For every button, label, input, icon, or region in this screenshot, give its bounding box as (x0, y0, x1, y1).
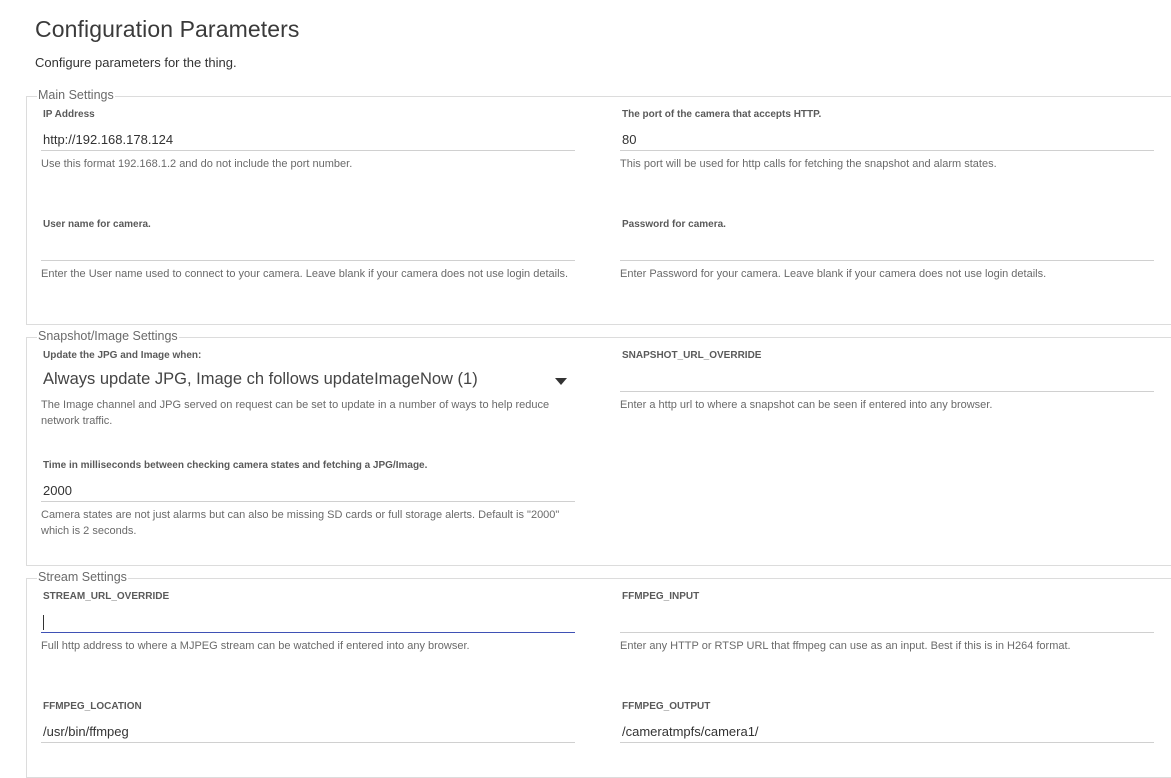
password-input[interactable] (620, 239, 1154, 261)
password-help: Enter Password for your camera. Leave bl… (620, 268, 1047, 280)
stream-settings-section: Stream Settings STREAM_URL_OVERRIDE Full… (26, 570, 1171, 778)
stream-url-override-help: Full http address to where a MJPEG strea… (41, 640, 470, 652)
stream-settings-legend: Stream Settings (37, 570, 128, 584)
ffmpeg-output-label: FFMPEG_OUTPUT (622, 701, 711, 712)
ffmpeg-location-input[interactable] (41, 721, 575, 743)
snapshot-url-override-label: SNAPSHOT_URL_OVERRIDE (622, 350, 762, 361)
main-settings-section: Main Settings IP Address Use this format… (26, 88, 1171, 325)
ffmpeg-input-label: FFMPEG_INPUT (622, 591, 700, 602)
ffmpeg-input-help: Enter any HTTP or RTSP URL that ffmpeg c… (620, 640, 1071, 652)
username-label: User name for camera. (43, 219, 151, 230)
stream-url-override-label: STREAM_URL_OVERRIDE (43, 591, 170, 602)
text-cursor (43, 615, 44, 630)
stream-url-override-input[interactable] (41, 611, 575, 633)
update-mode-selected-value: Always update JPG, Image ch follows upda… (43, 370, 478, 388)
snapshot-settings-legend: Snapshot/Image Settings (37, 329, 179, 343)
ffmpeg-input-input[interactable] (620, 611, 1154, 633)
port-help: This port will be used for http calls fo… (620, 158, 997, 170)
main-settings-legend: Main Settings (37, 88, 115, 102)
ip-address-label: IP Address (43, 109, 95, 120)
port-label: The port of the camera that accepts HTTP… (622, 109, 822, 120)
snapshot-settings-section: Snapshot/Image Settings Update the JPG a… (26, 329, 1171, 566)
page-subtitle: Configure parameters for the thing. (35, 55, 237, 70)
update-mode-select[interactable]: Always update JPG, Image ch follows upda… (41, 370, 575, 392)
poll-time-help: Camera states are not just alarms but ca… (41, 509, 560, 537)
ip-address-input[interactable] (41, 129, 575, 151)
snapshot-url-override-input[interactable] (620, 370, 1154, 392)
port-input[interactable] (620, 129, 1154, 151)
snapshot-url-override-help: Enter a http url to where a snapshot can… (620, 399, 993, 411)
dropdown-arrow-icon (555, 378, 567, 385)
password-label: Password for camera. (622, 219, 726, 230)
username-help: Enter the User name used to connect to y… (41, 268, 569, 280)
ffmpeg-output-input[interactable] (620, 721, 1154, 743)
poll-time-input[interactable] (41, 480, 575, 502)
username-input[interactable] (41, 239, 575, 261)
update-mode-label: Update the JPG and Image when: (43, 350, 202, 361)
update-mode-help: The Image channel and JPG served on requ… (41, 399, 550, 427)
poll-time-label: Time in milliseconds between checking ca… (43, 460, 428, 471)
ffmpeg-location-label: FFMPEG_LOCATION (43, 701, 142, 712)
page-title: Configuration Parameters (35, 16, 300, 42)
ip-address-help: Use this format 192.168.1.2 and do not i… (41, 158, 353, 170)
